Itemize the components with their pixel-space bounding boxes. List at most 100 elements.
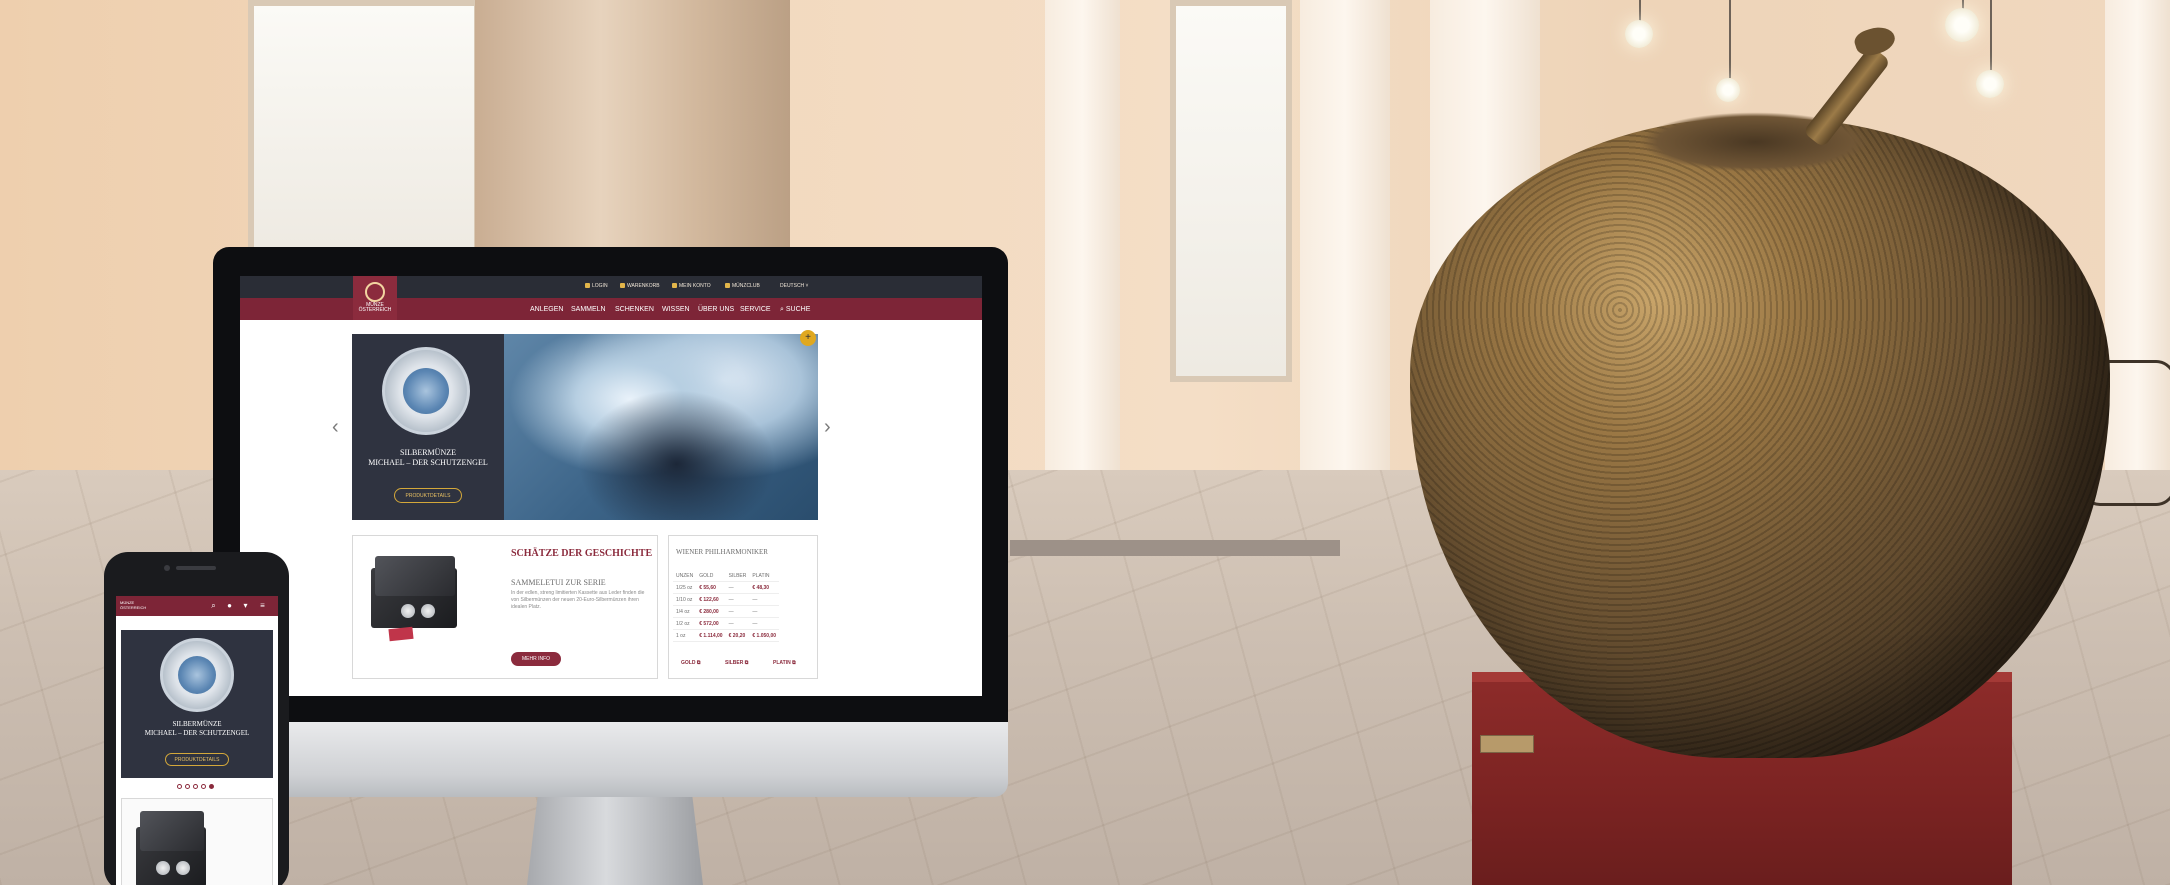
feature-title: SCHÄTZE DER GESCHICHTE bbox=[511, 548, 653, 559]
table-cell: 1/25 oz bbox=[673, 581, 697, 594]
phone-speaker bbox=[176, 566, 216, 570]
lamp-cord bbox=[1639, 0, 1641, 22]
nav-item-anlegen[interactable]: ANLEGEN bbox=[530, 306, 563, 313]
column-header: UNZEN bbox=[673, 570, 697, 582]
feature-card: SCHÄTZE DER GESCHICHTE SAMMELETUI ZUR SE… bbox=[352, 535, 658, 679]
column-header: PLATIN bbox=[749, 570, 780, 582]
search-icon: ⌕ bbox=[780, 306, 784, 313]
nav-item-wissen[interactable]: WISSEN bbox=[662, 306, 690, 313]
background-baseboard bbox=[1010, 540, 1340, 556]
nav-item-schenken[interactable]: SCHENKEN bbox=[615, 306, 654, 313]
feature-subtitle: SAMMELETUI ZUR SERIE bbox=[511, 578, 606, 587]
account-link[interactable]: MEIN KONTO bbox=[672, 283, 711, 289]
case-coin bbox=[421, 604, 435, 618]
carousel-dot-active[interactable] bbox=[209, 784, 214, 789]
lamp-cord bbox=[1729, 0, 1731, 78]
angel-hero-image bbox=[504, 334, 818, 520]
mobile-header: MÜNZE ÖSTERREICH ⌕ ● ▾ ≡ bbox=[116, 596, 278, 616]
crown-icon bbox=[725, 283, 730, 289]
hero-slider: SILBERMÜNZE MICHAEL – DER SCHUTZENGEL PRO… bbox=[352, 334, 818, 520]
menu-icon[interactable]: ≡ bbox=[259, 602, 266, 610]
table-cell: € 572,00 bbox=[696, 617, 726, 630]
search-icon[interactable]: ⌕ bbox=[210, 602, 217, 610]
background-window-right bbox=[1170, 0, 1292, 382]
mobile-product-details-button[interactable]: PRODUKTDETAILS bbox=[165, 753, 229, 766]
mobile-hero-slide: SILBERMÜNZE MICHAEL – DER SCHUTZENGEL PRO… bbox=[121, 630, 273, 778]
carousel-dot[interactable] bbox=[201, 784, 206, 789]
login-link[interactable]: LOGIN bbox=[585, 283, 608, 289]
coin-enamel bbox=[178, 656, 216, 694]
table-cell: — bbox=[749, 593, 780, 606]
main-nav bbox=[240, 298, 982, 320]
lock-icon bbox=[585, 283, 590, 289]
slider-next-arrow[interactable]: › bbox=[824, 416, 831, 439]
phone-camera bbox=[164, 565, 170, 571]
club-link[interactable]: MÜNZCLUB bbox=[725, 283, 760, 289]
certificate-card bbox=[388, 626, 414, 642]
silber-link[interactable]: SILBER ⧉ bbox=[725, 660, 748, 666]
silver-coin-image bbox=[160, 638, 234, 712]
table-cell: — bbox=[725, 617, 750, 630]
table-cell: 1/10 oz bbox=[673, 593, 697, 606]
product-details-button[interactable]: PRODUKTDETAILS bbox=[394, 488, 462, 503]
collector-case-lid bbox=[140, 811, 204, 851]
table-row: 1/4 oz € 280,00 — — bbox=[673, 605, 780, 618]
table-cell: € 280,00 bbox=[696, 605, 726, 618]
user-icon bbox=[672, 283, 677, 289]
case-coin bbox=[401, 604, 415, 618]
carousel-dot[interactable] bbox=[193, 784, 198, 789]
table-cell: € 1.050,00 bbox=[749, 629, 780, 642]
price-card: WIENER PHILHARMONIKER UNZEN GOLD SILBER … bbox=[668, 535, 818, 679]
table-cell: 1/2 oz bbox=[673, 617, 697, 630]
table-cell: 1 oz bbox=[673, 629, 697, 642]
ceiling-lamp bbox=[1716, 78, 1740, 102]
nav-item-suche[interactable]: ⌕ SUCHE bbox=[780, 306, 810, 314]
account-icon[interactable]: ● bbox=[226, 602, 233, 610]
logo-wordmark: MÜNZE ÖSTERREICH bbox=[358, 302, 392, 313]
table-row: 1 oz € 1.114,00 € 20,20 € 1.050,00 bbox=[673, 629, 780, 642]
table-cell: — bbox=[749, 605, 780, 618]
brand-logo[interactable]: MÜNZE ÖSTERREICH bbox=[353, 276, 397, 320]
background-window-left bbox=[248, 0, 480, 257]
mobile-brand-logo[interactable]: MÜNZE ÖSTERREICH bbox=[120, 600, 150, 612]
lamp-cord bbox=[1990, 0, 1992, 70]
gold-link[interactable]: GOLD ⧉ bbox=[681, 660, 700, 666]
ceiling-lamp bbox=[1625, 20, 1653, 48]
ceiling-lamp bbox=[1945, 8, 1979, 42]
table-cell: 1/4 oz bbox=[673, 605, 697, 618]
site-topbar: LOGIN WARENKORB MEIN KONTO MÜNZCLUB DEUT… bbox=[240, 276, 982, 298]
more-info-button[interactable]: MEHR INFO bbox=[511, 652, 561, 666]
carousel-dot[interactable] bbox=[177, 784, 182, 789]
slider-plus-badge[interactable]: + bbox=[800, 330, 816, 346]
cart-icon[interactable]: ▾ bbox=[242, 602, 249, 610]
nav-item-sammeln[interactable]: SAMMELN bbox=[571, 306, 606, 313]
nav-item-service[interactable]: SERVICE bbox=[740, 306, 771, 313]
background-pilaster bbox=[1300, 0, 1390, 470]
cart-icon bbox=[620, 283, 625, 289]
table-cell: — bbox=[725, 605, 750, 618]
table-row: 1/2 oz € 572,00 — — bbox=[673, 617, 780, 630]
cart-link[interactable]: WARENKORB bbox=[620, 283, 660, 289]
table-cell: € 1.114,00 bbox=[696, 629, 726, 642]
case-coin bbox=[156, 861, 170, 875]
marketing-scene: LOGIN WARENKORB MEIN KONTO MÜNZCLUB DEUT… bbox=[0, 0, 2170, 885]
logo-emblem-icon bbox=[365, 282, 385, 302]
coin-enamel bbox=[403, 368, 449, 414]
nav-item-ueber-uns[interactable]: ÜBER UNS bbox=[698, 306, 734, 313]
sculpture-plaque bbox=[1480, 735, 1534, 753]
mobile-slide-title: SILBERMÜNZE MICHAEL – DER SCHUTZENGEL bbox=[144, 720, 250, 737]
carousel-dot[interactable] bbox=[185, 784, 190, 789]
price-table: UNZEN GOLD SILBER PLATIN 1/25 oz € 55,60… bbox=[673, 570, 780, 642]
table-cell: € 55,60 bbox=[696, 581, 726, 594]
table-cell: — bbox=[725, 593, 750, 606]
table-cell: € 122,60 bbox=[696, 593, 726, 606]
slider-prev-arrow[interactable]: ‹ bbox=[332, 416, 339, 439]
table-row: 1/25 oz € 55,60 — € 48,30 bbox=[673, 581, 780, 594]
ceiling-lamp bbox=[1976, 70, 2004, 98]
platin-link[interactable]: PLATIN ⧉ bbox=[773, 660, 796, 666]
desktop-website-screen: LOGIN WARENKORB MEIN KONTO MÜNZCLUB DEUT… bbox=[240, 276, 982, 696]
mobile-website-screen: MÜNZE ÖSTERREICH ⌕ ● ▾ ≡ SILBERMÜNZE MICHA… bbox=[116, 596, 278, 885]
language-select[interactable]: DEUTSCH ˅ bbox=[780, 283, 808, 289]
table-row: 1/10 oz € 122,60 — — bbox=[673, 593, 780, 606]
column-header: SILBER bbox=[725, 570, 750, 582]
